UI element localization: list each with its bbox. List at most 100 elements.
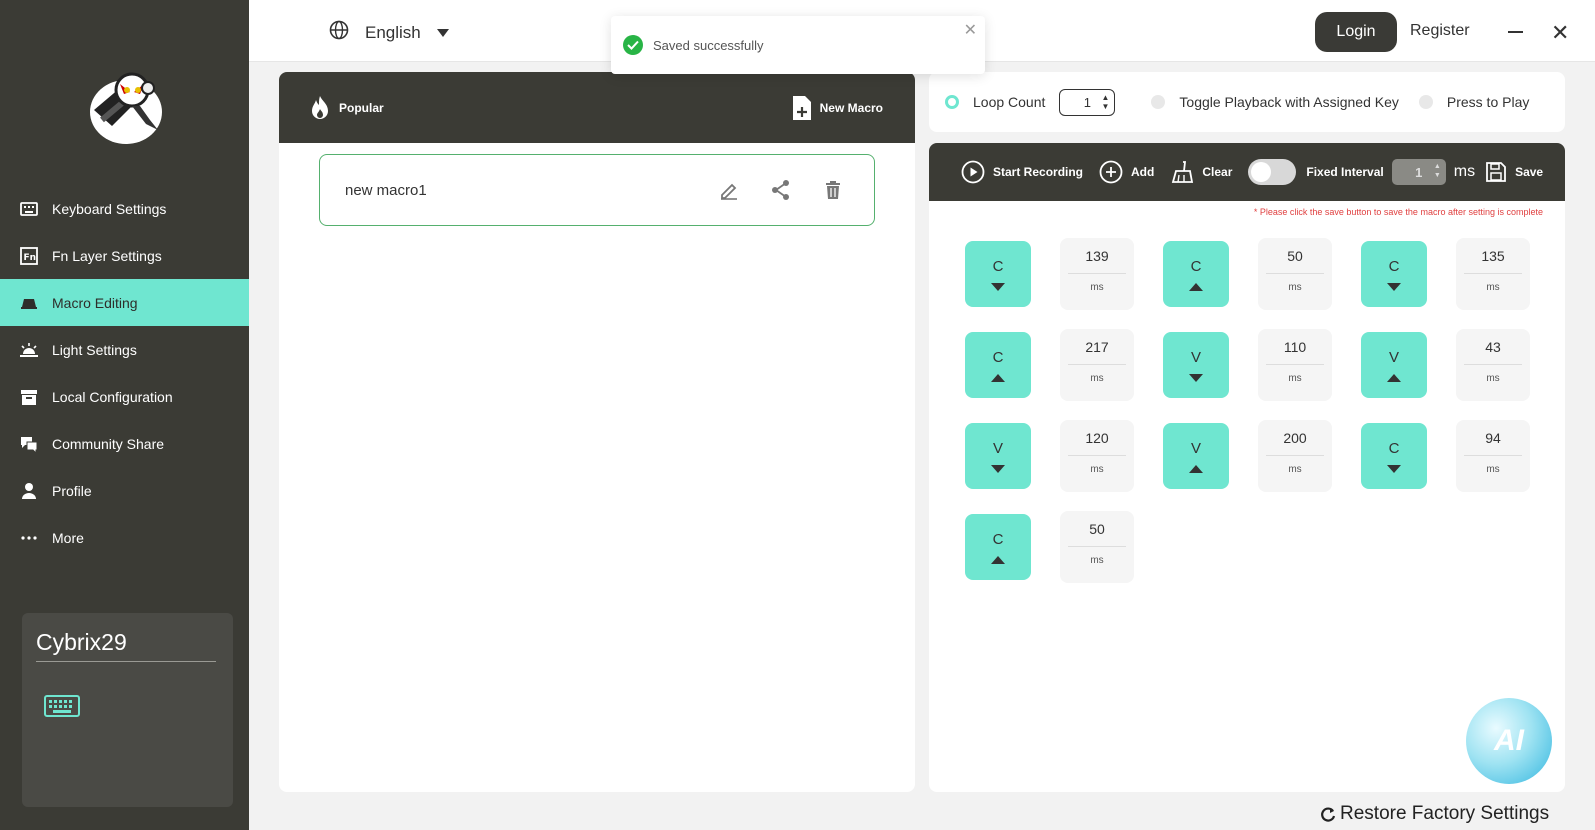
macro-key-event[interactable]: C — [1163, 241, 1229, 307]
macro-list-item[interactable]: new macro1 — [319, 154, 875, 226]
close-icon[interactable]: ✕ — [1551, 20, 1569, 46]
stepper-arrows-icon[interactable]: ▲ ▼ — [1434, 162, 1441, 180]
macro-delay-event[interactable]: 110 ms — [1258, 329, 1332, 401]
macro-delay-event[interactable]: 120 ms — [1060, 420, 1134, 492]
loop-count-radio[interactable] — [945, 95, 959, 109]
fixed-interval-label: Fixed Interval — [1306, 165, 1384, 179]
svg-text:Fn: Fn — [24, 253, 37, 263]
macro-delay-event[interactable]: 94 ms — [1456, 420, 1530, 492]
save-button[interactable]: Save — [1485, 161, 1543, 183]
person-icon — [18, 480, 40, 502]
interval-stepper[interactable]: 1 ▲ ▼ — [1391, 159, 1446, 185]
new-macro-label: New Macro — [819, 100, 883, 115]
macro-key-event[interactable]: C — [1361, 241, 1427, 307]
sidebar-item-fn-layer-settings[interactable]: Fn Fn Layer Settings — [0, 232, 249, 279]
delay-divider — [1464, 273, 1522, 274]
trash-icon[interactable] — [822, 179, 844, 205]
clear-button[interactable]: Clear — [1170, 160, 1232, 184]
key-up-arrow-icon — [991, 555, 1005, 564]
key-label: C — [1190, 257, 1202, 275]
start-recording-button[interactable]: Start Recording — [961, 160, 1083, 184]
delay-unit: ms — [1090, 464, 1104, 475]
sidebar-item-more[interactable]: More — [0, 514, 249, 561]
sidebar-item-light-settings[interactable]: Light Settings — [0, 326, 249, 373]
sidebar-item-profile[interactable]: Profile — [0, 467, 249, 514]
playback-options: Loop Count 1 ▲ ▼ Toggle Playback with Ass… — [929, 72, 1565, 132]
key-label: C — [992, 257, 1004, 275]
loop-count-stepper[interactable]: 1 ▲ ▼ — [1059, 88, 1116, 116]
press-to-play-radio[interactable] — [1418, 95, 1433, 109]
macro-key-event[interactable]: V — [1163, 332, 1229, 398]
edit-icon[interactable] — [718, 179, 740, 205]
interval-value: 1 — [1415, 164, 1423, 180]
macro-key-event[interactable]: C — [965, 514, 1031, 580]
share-icon[interactable] — [770, 179, 792, 205]
sidebar-nav: Keyboard Settings Fn Fn Layer Settings M… — [0, 185, 249, 561]
stepper-arrows-icon[interactable]: ▲ ▼ — [1101, 93, 1109, 111]
macro-key-event[interactable]: V — [965, 423, 1031, 489]
key-label: C — [992, 530, 1004, 548]
key-down-arrow-icon — [991, 282, 1005, 291]
macro-key-event[interactable]: C — [965, 332, 1031, 398]
delay-value: 120 — [1085, 430, 1109, 446]
add-button[interactable]: Add — [1099, 160, 1154, 184]
macro-delay-event[interactable]: 135 ms — [1456, 238, 1530, 310]
sidebar-item-local-configuration[interactable]: Local Configuration — [0, 373, 249, 420]
sidebar-item-label: Community Share — [52, 435, 165, 452]
delay-unit: ms — [1486, 282, 1500, 293]
delay-value: 110 — [1283, 339, 1307, 355]
sidebar: Keyboard Settings Fn Fn Layer Settings M… — [0, 0, 249, 830]
key-label: V — [1190, 439, 1201, 457]
macro-key-event[interactable]: V — [1163, 423, 1229, 489]
macro-delay-event[interactable]: 50 ms — [1060, 511, 1134, 583]
key-up-arrow-icon — [1387, 373, 1401, 382]
macro-key-event[interactable]: V — [1361, 332, 1427, 398]
macro-key-event[interactable]: C — [1361, 423, 1427, 489]
sidebar-item-community-share[interactable]: Community Share — [0, 420, 249, 467]
key-down-arrow-icon — [1387, 282, 1401, 291]
macro-delay-event[interactable]: 217 ms — [1060, 329, 1134, 401]
floppy-disk-icon — [1486, 162, 1506, 182]
macro-editor-panel: Start Recording Add Clear Fixed Interval… — [929, 143, 1565, 792]
macro-delay-event[interactable]: 50 ms — [1258, 238, 1332, 310]
language-selector[interactable]: English — [329, 20, 449, 45]
toast-close-icon[interactable]: ✕ — [964, 20, 977, 40]
delay-value: 200 — [1283, 430, 1307, 446]
delay-unit: ms — [1090, 555, 1104, 566]
sidebar-item-macro-editing[interactable]: Macro Editing — [0, 279, 249, 326]
delay-unit: ms — [1486, 373, 1500, 384]
check-circle-icon — [623, 35, 643, 55]
sidebar-item-label: Profile — [52, 482, 92, 499]
popular-tab[interactable]: Popular — [309, 95, 384, 121]
login-button[interactable]: Login — [1315, 12, 1397, 52]
new-macro-button[interactable]: New Macro — [792, 95, 883, 121]
fixed-interval-toggle[interactable] — [1248, 159, 1297, 185]
delay-divider — [1266, 364, 1324, 365]
sidebar-item-keyboard-settings[interactable]: Keyboard Settings — [0, 185, 249, 232]
press-to-play-option[interactable]: Press to Play — [1418, 94, 1529, 110]
toggle-playback-radio[interactable] — [1151, 95, 1166, 109]
flame-icon — [312, 95, 328, 119]
ai-assistant-button[interactable]: AI — [1466, 698, 1552, 784]
delay-divider — [1464, 364, 1522, 365]
device-card[interactable]: Cybrix29 — [22, 613, 233, 807]
sidebar-item-label: Macro Editing — [52, 294, 138, 311]
key-down-arrow-icon — [991, 464, 1005, 473]
light-icon — [18, 339, 40, 361]
restore-factory-settings-button[interactable]: Restore Factory Settings — [1320, 803, 1549, 825]
macro-list-header: Popular New Macro — [279, 72, 915, 143]
macro-delay-event[interactable]: 139 ms — [1060, 238, 1134, 310]
macro-key-event[interactable]: C — [965, 241, 1031, 307]
globe-icon — [329, 20, 349, 45]
toggle-playback-option[interactable]: Toggle Playback with Assigned Key — [1151, 94, 1399, 110]
loop-count-option[interactable]: Loop Count 1 ▲ ▼ — [945, 88, 1131, 116]
brand-logo — [80, 62, 170, 148]
macro-delay-event[interactable]: 43 ms — [1456, 329, 1530, 401]
minimize-icon[interactable] — [1508, 31, 1523, 33]
macro-delay-event[interactable]: 200 ms — [1258, 420, 1332, 492]
register-button[interactable]: Register — [1410, 22, 1470, 40]
delay-divider — [1464, 455, 1522, 456]
device-divider — [36, 661, 216, 662]
delay-value: 50 — [1089, 521, 1105, 537]
start-recording-label: Start Recording — [993, 165, 1084, 179]
